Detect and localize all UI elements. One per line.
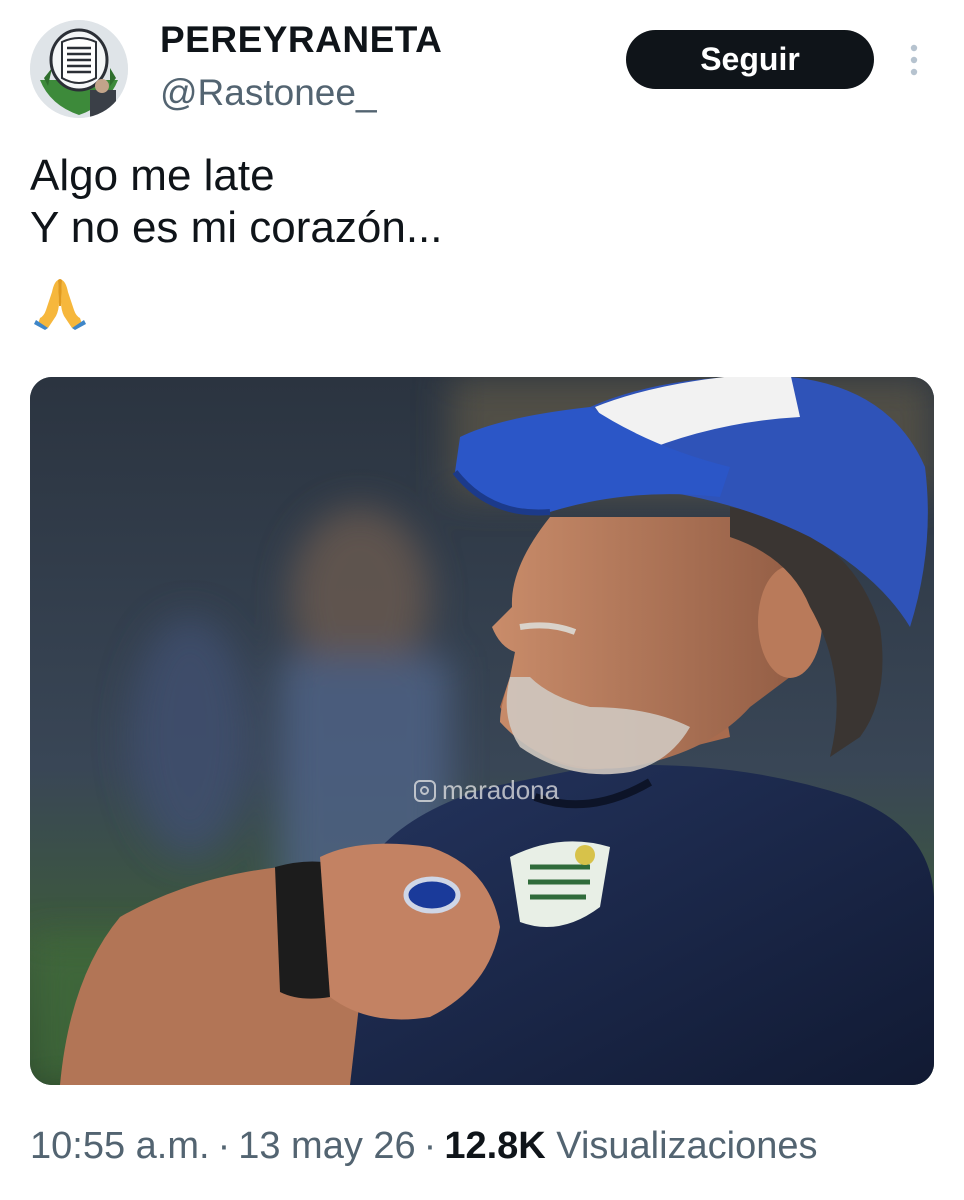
photo-watermark: maradona: [414, 775, 559, 806]
watermark-text: maradona: [442, 775, 560, 805]
tweet-line-2: Y no es mi corazón...: [30, 203, 443, 252]
tweet-text: Algo me late Y no es mi corazón...: [30, 150, 443, 254]
tweet-date[interactable]: 13 may 26: [238, 1125, 415, 1167]
photo-illustration: [30, 377, 934, 1085]
folded-hands-emoji-icon: [34, 276, 86, 330]
vertical-ellipsis-icon[interactable]: [904, 42, 924, 78]
avatar[interactable]: [30, 20, 128, 118]
meta-separator: ·: [423, 1125, 437, 1167]
meta-separator: ·: [217, 1125, 231, 1167]
author-handle[interactable]: @Rastonee_: [160, 72, 377, 114]
tweet-screen: PEREYRANETA @Rastonee_ Seguir Algo me la…: [0, 0, 964, 1200]
follow-button[interactable]: Seguir: [626, 30, 874, 89]
tweet-photo[interactable]: maradona: [30, 377, 934, 1085]
tweet-time[interactable]: 10:55 a.m.: [30, 1125, 210, 1167]
author-display-name[interactable]: PEREYRANETA: [160, 20, 442, 60]
views-count[interactable]: 12.8K: [444, 1125, 545, 1167]
views-label[interactable]: Visualizaciones: [556, 1125, 817, 1167]
tweet-line-1: Algo me late: [30, 151, 275, 200]
club-crest-avatar-icon: [30, 20, 128, 118]
tweet-meta: 10:55 a.m. · 13 may 26 · 12.8K Visualizacion…: [30, 1122, 818, 1170]
instagram-icon: [414, 779, 436, 802]
